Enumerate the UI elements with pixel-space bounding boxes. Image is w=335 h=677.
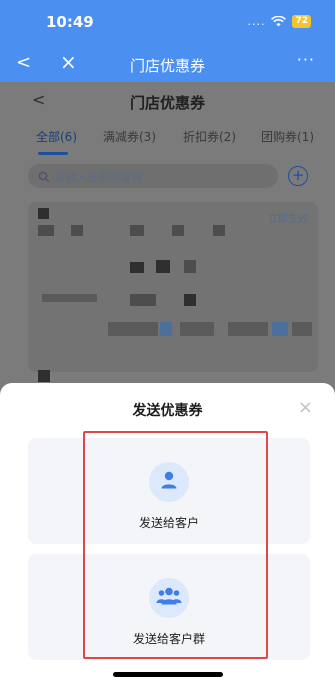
redacted-block [38,208,49,219]
search-icon [38,168,50,187]
redacted-block [272,322,288,336]
signal-icon: .... [247,14,266,28]
battery-icon: 72 [292,15,311,28]
sheet-title: 发送优惠券 [132,403,203,419]
wifi-icon [271,16,287,27]
page-title: 门店优惠券 [129,94,205,112]
coupon-card[interactable]: 立即生效 [28,202,318,372]
tab-group-buy[interactable]: 团购券(1) [261,128,314,145]
clock: 10:49 [46,13,94,31]
home-indicator [113,672,223,677]
redacted-block [108,322,158,336]
redacted-block [156,260,170,273]
redacted-block [228,322,268,336]
status-bar: 10:49 .... 72 [0,0,335,46]
highlight-box [83,431,268,659]
redacted-block [38,370,50,382]
status-icons: .... 72 [247,15,311,28]
redacted-block [184,260,196,273]
redacted-block [130,294,156,306]
redacted-block [160,322,172,336]
redacted-block [292,322,312,336]
redacted-block [130,225,144,236]
more-icon[interactable]: ··· [297,50,315,69]
close-icon[interactable]: × [298,397,313,418]
tab-all[interactable]: 全部(6) [36,128,77,145]
redacted-block [184,294,196,306]
coupon-status: 立即生效 [268,214,308,225]
redacted-block [213,225,225,236]
search-input[interactable]: 请输入搜索关键词 [28,164,278,188]
redacted-block [38,225,54,236]
redacted-block [130,262,144,273]
search-placeholder: 请输入搜索关键词 [54,171,142,184]
active-tab-indicator [38,152,68,155]
redacted-block [172,225,184,236]
redacted-block [42,294,97,302]
app-bar: < × 门店优惠券 ··· [0,46,335,82]
redacted-block [180,322,214,336]
redacted-block [71,225,83,236]
page-header: < 门店优惠券 [0,82,335,120]
tab-discount[interactable]: 折扣券(2) [183,128,236,145]
app-title: 门店优惠券 [129,57,205,75]
coupon-tabs: 全部(6) 满减券(3) 折扣券(2) 团购券(1) [0,122,335,156]
add-coupon-icon[interactable]: + [288,166,308,186]
tab-full-reduction[interactable]: 满减券(3) [103,128,156,145]
